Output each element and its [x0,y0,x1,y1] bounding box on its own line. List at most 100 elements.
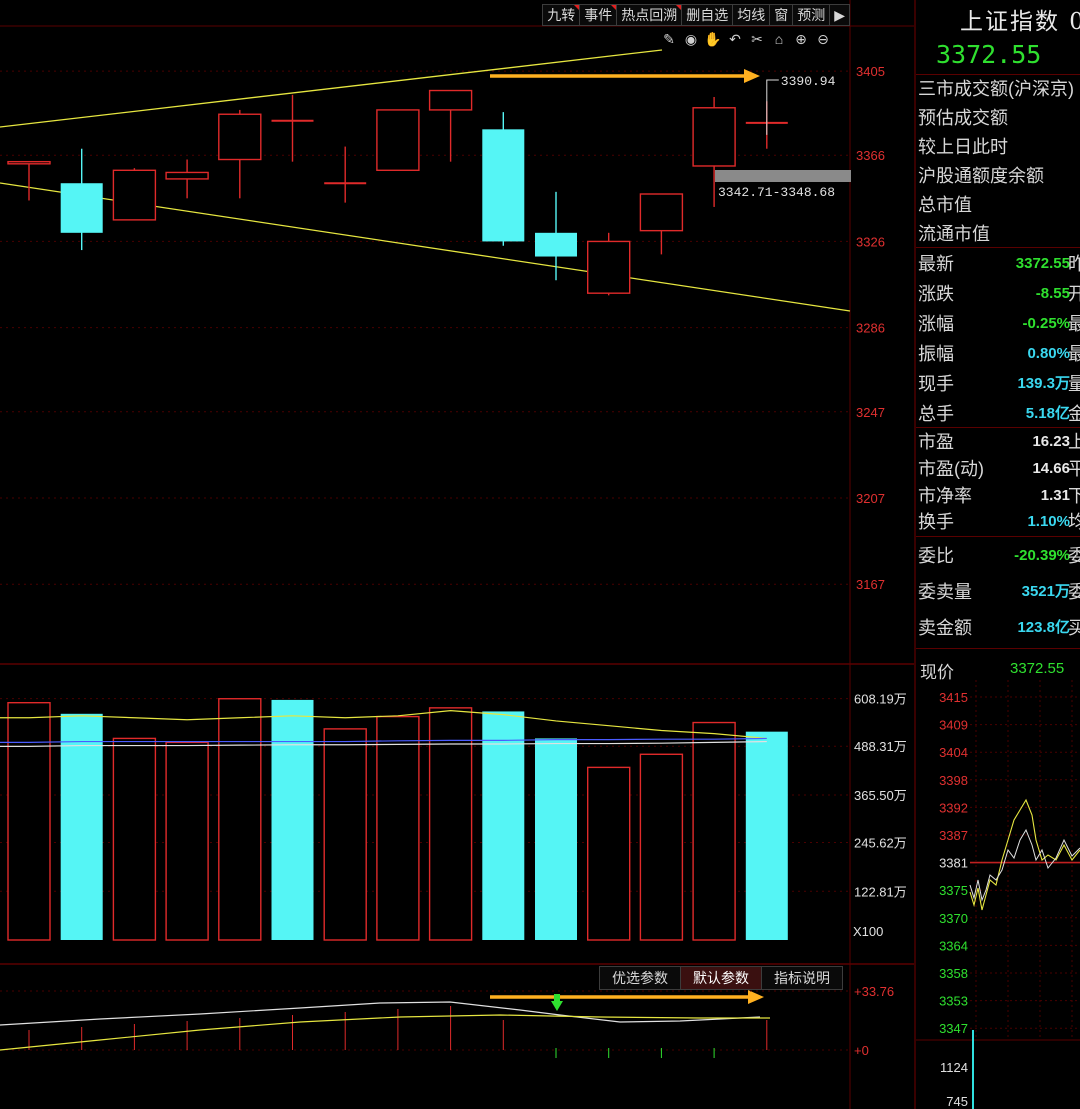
high-marker-line [766,79,779,135]
range-annotation: 3342.71-3348.68 [718,185,835,200]
window-button[interactable]: 窗 [769,4,794,26]
moving-average-button[interactable]: 均线 [732,4,771,26]
volume-bar-down [482,711,525,940]
zoom-in-icon[interactable]: ⊕ [792,30,810,48]
mini-axis-label: 3364 [939,938,968,953]
indicator-param-tabs: 优选参数 默认参数 指标说明 [599,966,843,990]
jiuzhuan-button[interactable]: 九转 [542,4,581,26]
high-annotation: 3390.94 [781,74,836,89]
volume-bar-up [587,766,631,941]
volume-axis-label: 245.62万 [854,836,907,851]
candle-body-down [60,183,103,233]
annotation-arrow-indicator-head [748,990,764,1004]
info-float-mcap: 流通市值 [918,224,990,244]
volume-bar-down [745,731,788,940]
mini-axis-label: 3409 [939,718,968,733]
indicator-axis-label: +33.76 [854,984,894,999]
valuation-row-pe-dynamic: 市盈(动) 14.66 平 [918,459,1080,479]
tab-indicator-help[interactable]: 指标说明 [761,966,843,990]
kline-chart[interactable]: 3405 3366 3326 3286 3247 3207 3167 3390.94 3342.… [0,0,914,1109]
price-axis-label: 3167 [856,577,885,592]
divider [916,536,1080,537]
hot-review-button[interactable]: 热点回溯 [616,4,683,26]
hand-icon[interactable]: ✋ [704,30,722,48]
indicator-axis-label: +0 [854,1043,869,1058]
mini-axis-label: 3387 [939,828,968,843]
volume-bar-up [112,737,157,941]
volume-axis-label: 608.19万 [854,692,907,707]
volume-bar-up [323,728,367,941]
quote-row-current-volume: 现手 139.3万量 [918,374,1080,394]
candle-body-up [165,171,209,180]
price-axis-label: 3286 [856,321,885,336]
info-turnover-3markets: 三市成交额(沪深京) [918,79,1074,99]
volume-axis-label: 488.31万 [854,739,907,754]
info-total-mcap: 总市值 [918,195,972,215]
price-axis-label: 3247 [856,405,885,420]
intraday-mini-chart[interactable]: 3415 3409 3404 3398 3392 3387 3381 3375 3370 3364… [916,680,1080,1109]
candle-body-up [428,89,473,111]
mini-chart-price: 3372.55 [1010,660,1065,677]
signal-down-arrow-icon [551,1001,563,1011]
volume-bar-down [535,738,577,940]
mini-axis-label: 3381 [939,856,968,871]
remove-watchlist-button[interactable]: 删自选 [681,4,734,26]
candle-body-up [7,160,51,165]
quote-row-change-pct: 涨幅 -0.25% 最 [918,314,1080,334]
signal-down-arrow-stem [554,994,560,1002]
range-bar [715,170,851,182]
candle-body-up [218,113,262,161]
quote-row-latest: 最新 3372.55 昨 [918,254,1080,274]
indicator-line-yellow [0,1014,770,1051]
candle-body-down [482,129,525,242]
scissors-icon[interactable]: ✂ [748,30,766,48]
mini-axis-label: 3370 [939,911,968,926]
price-axis-label: 3326 [856,234,885,249]
order-row-sell-volume: 委卖量 3521万委 [918,582,1080,602]
order-row-ratio: 委比 -20.39% 委 [918,546,1080,566]
forecast-button[interactable]: 预测 [792,4,831,26]
divider [916,648,1080,649]
tab-default-params[interactable]: 默认参数 [680,966,762,990]
mini-axis-label: 3375 [939,883,968,898]
info-estimated-turnover: 预估成交额 [918,108,1008,128]
valuation-row-pe: 市盈 16.23 上 [918,432,1080,452]
trendline-upper [0,49,663,128]
candle-body-down [535,232,577,257]
undo-icon[interactable]: ↶ [726,30,744,48]
volume-bar-up [692,721,736,941]
zoom-out-icon[interactable]: ⊖ [814,30,832,48]
quote-row-change: 涨跌 -8.55 开 [918,284,1080,304]
volume-bar-down [60,713,103,940]
candle-body-up [639,193,684,232]
valuation-row-turnover-rate: 换手 1.10% 均 [918,512,1080,532]
mini-axis-label: 3353 [939,994,968,1009]
divider [916,74,1080,75]
candle-body-up [587,240,631,294]
candle-body-up [376,109,420,171]
volume-bar-up [376,715,420,941]
expand-arrow-button[interactable]: ▶ [829,4,850,26]
mini-price-line [969,828,1080,902]
volume-axis-label: 122.81万 [854,884,907,899]
volume-bar-down [271,699,314,940]
volume-bar-up [165,741,209,941]
volume-bar-up [639,753,684,941]
pencil-icon[interactable]: ✎ [660,30,678,48]
quote-panel: 上证指数 0 3372.55 三市成交额(沪深京) 预估成交额 较上日此时 沪股… [916,0,1080,1109]
eye-icon[interactable]: ◉ [682,30,700,48]
volume-axis-label: 365.50万 [854,788,907,803]
price-axis-label: 3405 [856,64,885,79]
mini-axis-label: 3347 [939,1021,968,1036]
candle-body-up [692,107,736,167]
valuation-row-pb: 市净率 1.31 下 [918,486,1080,506]
price-axis-label: 3366 [856,148,885,163]
stock-chart-window: 3405 3366 3326 3286 3247 3207 3167 3390.94 3342.… [0,0,1080,1109]
mini-axis-label: 3415 [939,690,968,705]
current-price: 3372.55 [936,40,1042,69]
event-button[interactable]: 事件 [579,4,618,26]
tab-optimized-params[interactable]: 优选参数 [599,966,681,990]
mini-axis-label: 3404 [939,745,968,760]
info-vs-yesterday: 较上日此时 [918,137,1008,157]
lock-icon[interactable]: ⌂ [770,30,788,48]
